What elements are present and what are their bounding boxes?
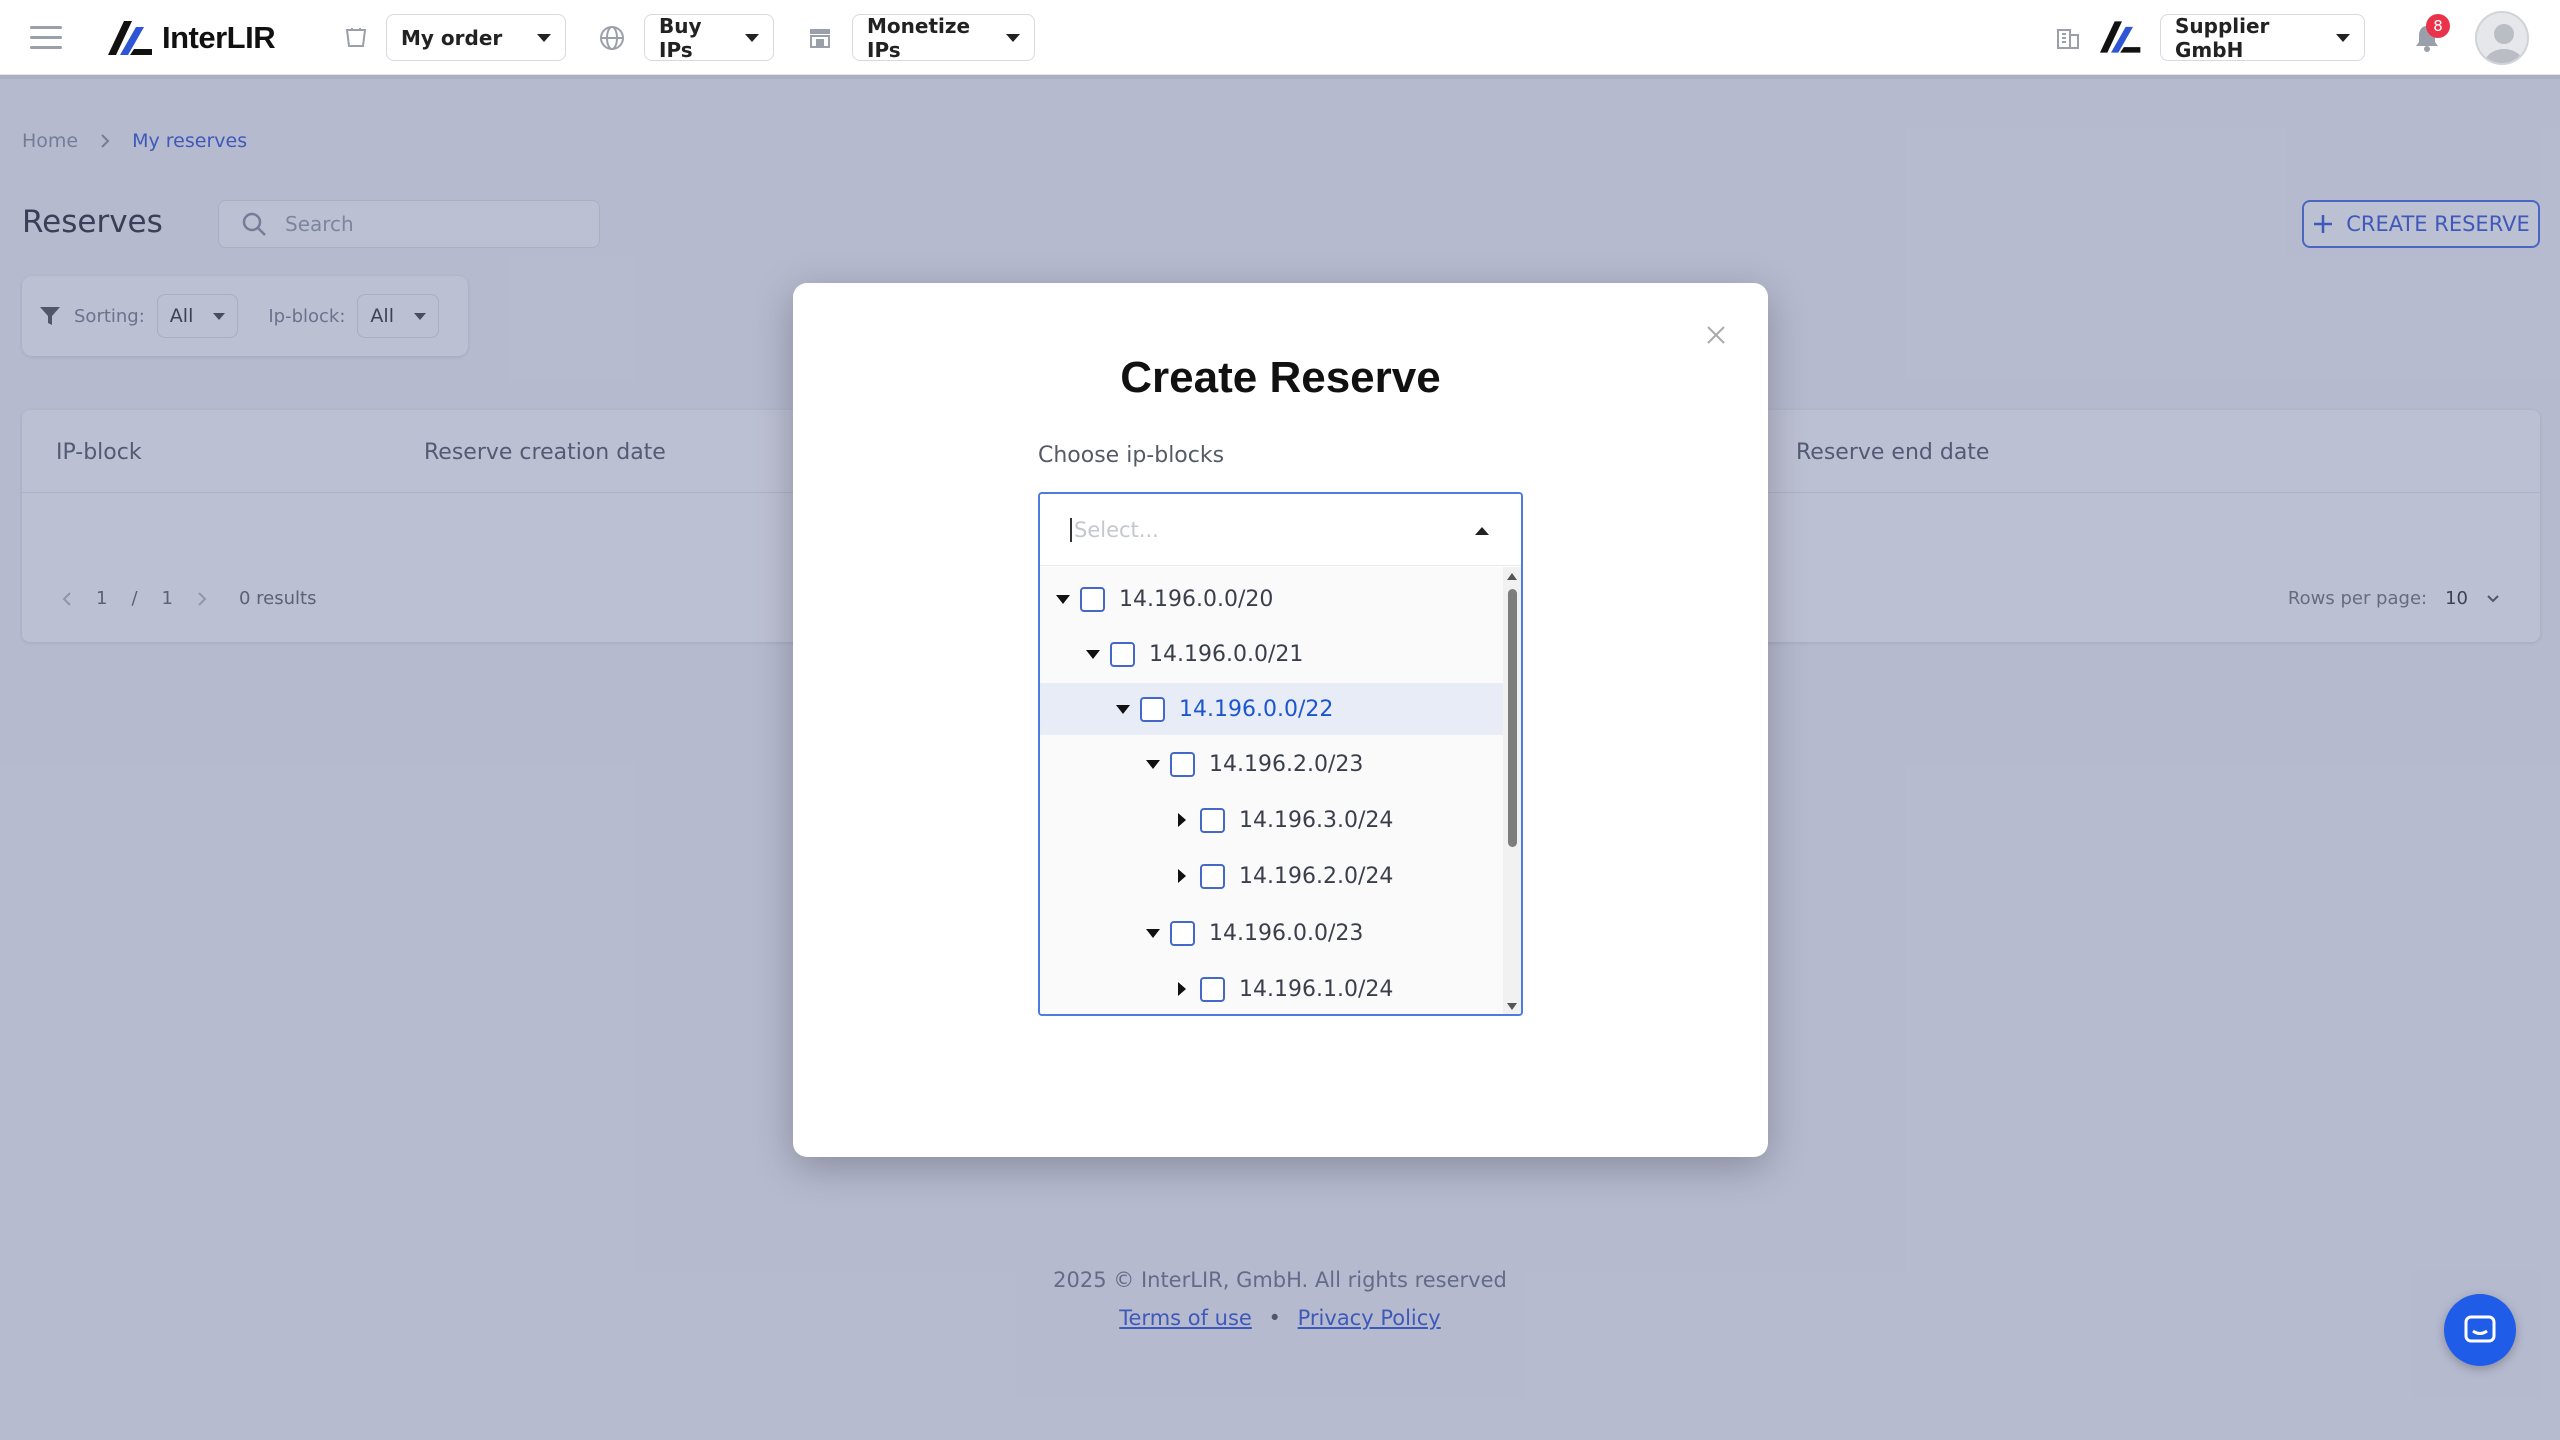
collapse-caret-icon[interactable]: [1178, 869, 1186, 883]
tree-node-label: 14.196.0.0/20: [1119, 586, 1274, 612]
avatar[interactable]: [2475, 11, 2529, 65]
expand-caret-icon[interactable]: [1056, 594, 1070, 604]
scrollbar-thumb[interactable]: [1508, 589, 1517, 847]
tree-node-label: 14.196.1.0/24: [1239, 976, 1394, 1002]
tree-node[interactable]: 14.196.0.0/20: [1040, 573, 1504, 625]
building-icon: [2057, 29, 2079, 49]
menu-icon[interactable]: [30, 26, 62, 50]
select-placeholder: Select...: [1074, 517, 1159, 542]
scroll-down-icon[interactable]: [1507, 1003, 1517, 1010]
store-icon: [810, 29, 830, 48]
logo-mark-icon: [108, 21, 152, 55]
expand-caret-icon[interactable]: [1146, 759, 1160, 769]
checkbox[interactable]: [1200, 807, 1225, 833]
my-order-dropdown[interactable]: My order: [386, 14, 566, 61]
text-cursor: [1070, 517, 1072, 542]
expand-caret-icon[interactable]: [1116, 704, 1130, 714]
tree-node[interactable]: 14.196.2.0/23: [1040, 738, 1504, 790]
chevron-up-icon[interactable]: [1475, 527, 1489, 535]
tree-node[interactable]: 14.196.2.0/24: [1040, 850, 1504, 902]
checkbox[interactable]: [1170, 920, 1195, 946]
monetize-ips-label: Monetize IPs: [867, 13, 971, 62]
tree-node-label: 14.196.2.0/23: [1209, 751, 1364, 777]
expand-caret-icon[interactable]: [1086, 649, 1100, 659]
ipblocks-select[interactable]: Select... 14.196.0.0/20 14.196.0.0/21 14…: [1038, 492, 1523, 1016]
modal-title: Create Reserve: [1120, 353, 1441, 402]
checkbox[interactable]: [1110, 641, 1135, 667]
chevron-down-icon: [745, 33, 759, 42]
tree-node-label: 14.196.0.0/22: [1179, 696, 1334, 722]
tree-node[interactable]: 14.196.0.0/21: [1040, 628, 1504, 680]
user-icon: [2485, 24, 2523, 63]
chat-launcher-button[interactable]: [2444, 1294, 2516, 1366]
topbar-shadow: [0, 75, 2560, 79]
monetize-ips-dropdown[interactable]: Monetize IPs: [852, 13, 1035, 62]
close-icon[interactable]: [1704, 323, 1728, 347]
globe-icon: [600, 26, 624, 50]
chevron-down-icon: [2336, 33, 2350, 42]
tree-node-label: 14.196.2.0/24: [1239, 863, 1394, 889]
scroll-up-icon[interactable]: [1507, 573, 1517, 580]
my-order-label: My order: [401, 25, 503, 50]
chevron-down-icon: [537, 33, 551, 42]
checkbox[interactable]: [1200, 863, 1225, 889]
ipblocks-field-label: Choose ip-blocks: [1038, 443, 1225, 468]
collapse-caret-icon[interactable]: [1178, 982, 1186, 996]
collapse-caret-icon[interactable]: [1178, 813, 1186, 827]
checkbox[interactable]: [1080, 586, 1105, 612]
cart-icon: [345, 28, 367, 47]
tree-scrollbar[interactable]: [1503, 567, 1521, 1014]
company-logo-icon: [2100, 21, 2141, 53]
brand-name: InterLIR: [162, 20, 276, 55]
checkbox[interactable]: [1200, 976, 1225, 1002]
buy-ips-dropdown[interactable]: Buy IPs: [644, 13, 774, 62]
company-dropdown[interactable]: Supplier GmbH: [2160, 13, 2365, 62]
top-navbar: InterLIR My order Buy IPs Monetize IPs S…: [0, 0, 2560, 75]
notification-badge: 8: [2426, 14, 2450, 38]
chat-icon: [2464, 1315, 2496, 1343]
tree-node-label: 14.196.0.0/21: [1149, 641, 1304, 667]
tree-node-label: 14.196.0.0/23: [1209, 920, 1364, 946]
company-name: Supplier GmbH: [2175, 13, 2270, 62]
tree-node[interactable]: 14.196.3.0/24: [1040, 794, 1504, 846]
checkbox[interactable]: [1140, 696, 1165, 722]
create-reserve-modal: Create Reserve Choose ip-blocks Select..…: [793, 283, 1768, 1157]
tree-node-label: 14.196.3.0/24: [1239, 807, 1394, 833]
brand-logo[interactable]: InterLIR: [108, 18, 276, 58]
checkbox[interactable]: [1170, 751, 1195, 777]
buy-ips-label: Buy IPs: [659, 13, 702, 62]
tree-node[interactable]: 14.196.1.0/24: [1040, 963, 1504, 1014]
tree-node[interactable]: 14.196.0.0/23: [1040, 907, 1504, 959]
expand-caret-icon[interactable]: [1146, 928, 1160, 938]
tree-node-selected[interactable]: 14.196.0.0/22: [1040, 683, 1504, 735]
chevron-down-icon: [1006, 33, 1020, 42]
ipblocks-tree: 14.196.0.0/20 14.196.0.0/21 14.196.0.0/2…: [1040, 567, 1504, 1014]
ipblocks-search-input[interactable]: Select...: [1040, 494, 1521, 566]
